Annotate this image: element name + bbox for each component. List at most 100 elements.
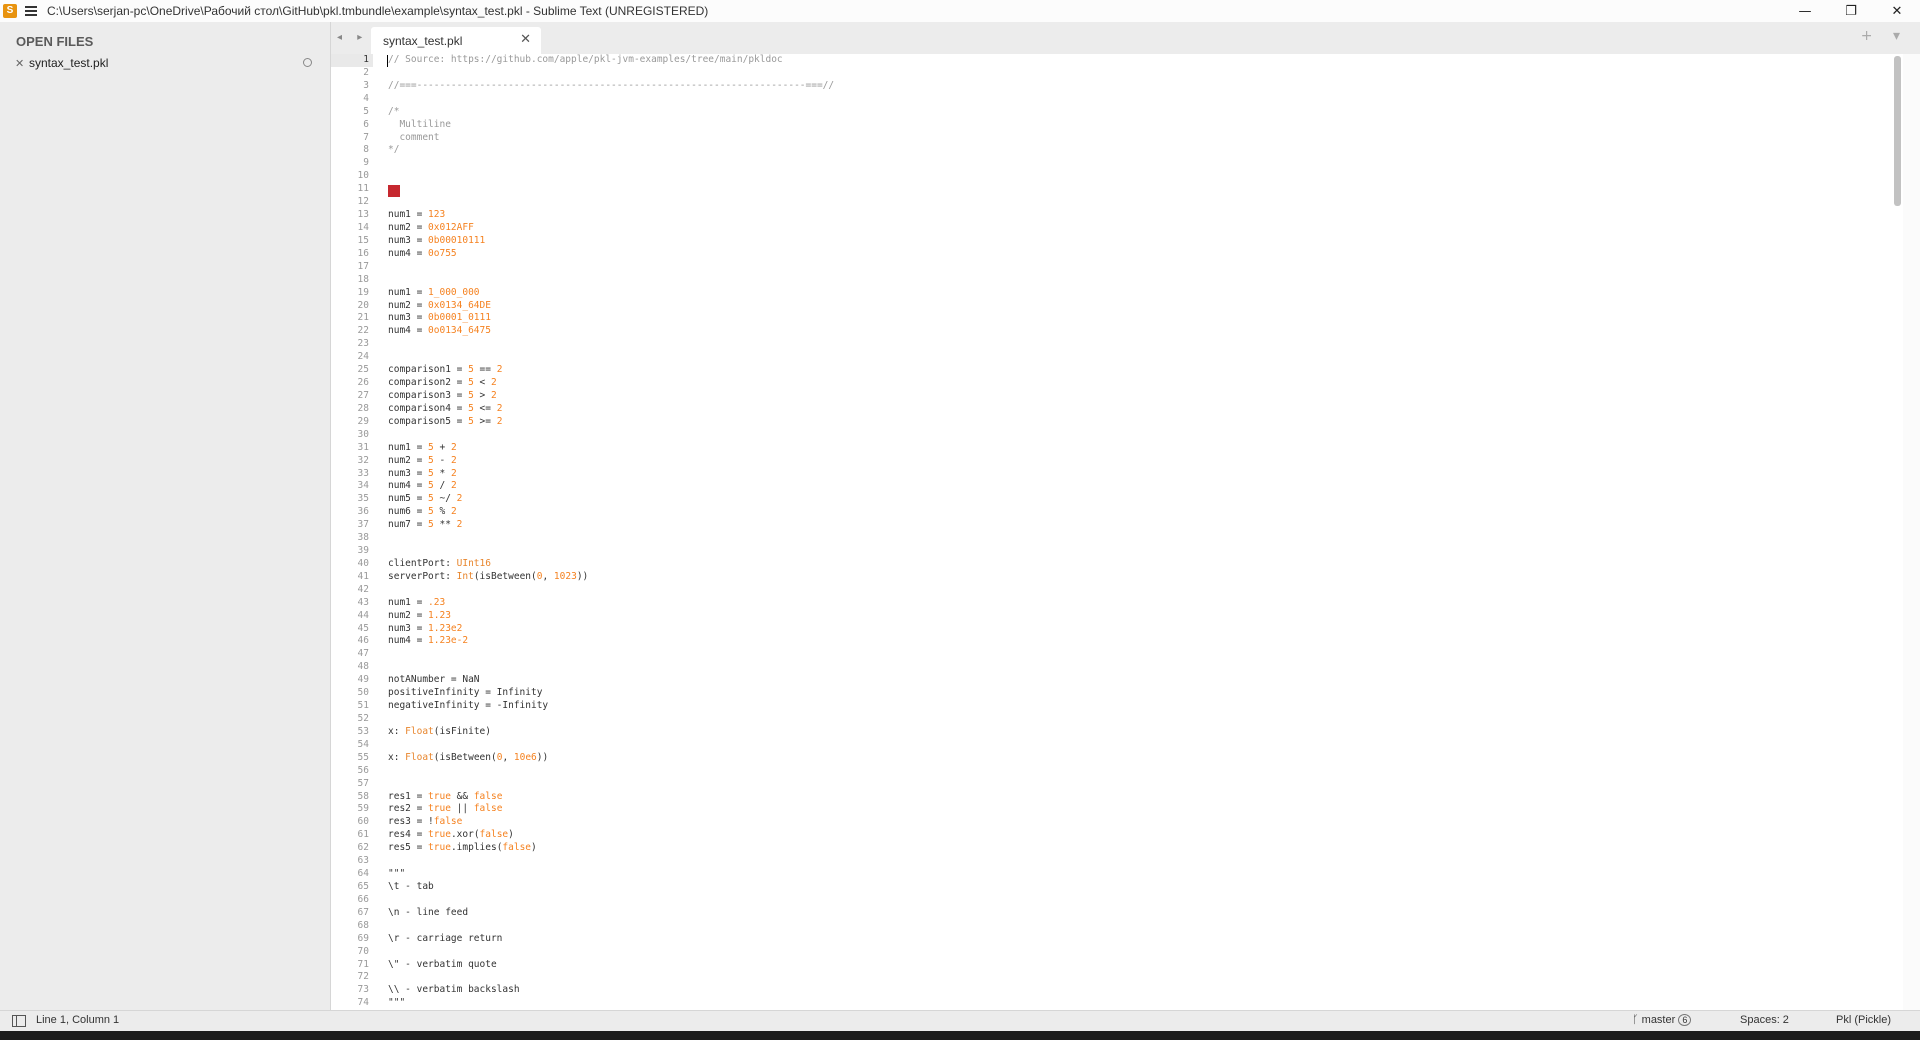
close-file-icon[interactable]: ✕	[15, 57, 25, 70]
code-line[interactable]	[388, 67, 1758, 80]
code-line[interactable]	[388, 183, 1758, 196]
code-line[interactable]: num4 = 0o755	[388, 248, 1758, 261]
code-line[interactable]	[388, 545, 1758, 558]
code-line[interactable]: """	[388, 868, 1758, 881]
code-line[interactable]: num3 = 5 * 2	[388, 468, 1758, 481]
code-line[interactable]: notANumber = NaN	[388, 674, 1758, 687]
code-line[interactable]: res4 = true.xor(false)	[388, 829, 1758, 842]
code-line[interactable]: Multiline	[388, 119, 1758, 132]
code-line[interactable]	[388, 648, 1758, 661]
git-branch[interactable]: ᚴ master 6	[1632, 1014, 1692, 1026]
sidebar-file-item[interactable]: ✕ syntax_test.pkl	[0, 54, 330, 72]
code-line[interactable]: num3 = 0b0001_0111	[388, 312, 1758, 325]
code-line[interactable]: comparison5 = 5 >= 2	[388, 416, 1758, 429]
indentation-setting[interactable]: Spaces: 2	[1740, 1014, 1789, 1026]
code-line[interactable]	[388, 946, 1758, 959]
code-line[interactable]: \\ - verbatim backslash	[388, 984, 1758, 997]
code-line[interactable]: negativeInfinity = -Infinity	[388, 700, 1758, 713]
code-line[interactable]: \r - carriage return	[388, 933, 1758, 946]
code-line[interactable]: \n - line feed	[388, 907, 1758, 920]
code-line[interactable]: \" - verbatim quote	[388, 959, 1758, 972]
code-line[interactable]: comparison3 = 5 > 2	[388, 390, 1758, 403]
code-line[interactable]	[388, 196, 1758, 209]
code-line[interactable]: num3 = 0b00010111	[388, 235, 1758, 248]
code-line[interactable]	[388, 661, 1758, 674]
code-line[interactable]	[388, 920, 1758, 933]
window-controls: — ❐ ✕	[1782, 0, 1920, 22]
toggle-sidebar-icon[interactable]	[12, 1015, 26, 1027]
code-line[interactable]: clientPort: UInt16	[388, 558, 1758, 571]
tab-label: syntax_test.pkl	[383, 34, 463, 48]
code-line[interactable]: res2 = true || false	[388, 803, 1758, 816]
line-number: 37	[357, 519, 369, 531]
code-line[interactable]	[388, 351, 1758, 364]
code-line[interactable]: res3 = !false	[388, 816, 1758, 829]
line-number: 55	[357, 751, 369, 763]
code-line[interactable]: comment	[388, 132, 1758, 145]
code-line[interactable]: num1 = 123	[388, 209, 1758, 222]
code-line[interactable]: positiveInfinity = Infinity	[388, 687, 1758, 700]
code-line[interactable]: x: Float(isBetween(0, 10e6))	[388, 752, 1758, 765]
code-line[interactable]	[388, 584, 1758, 597]
code-line[interactable]	[388, 261, 1758, 274]
code-view[interactable]: // Source: https://github.com/apple/pkl-…	[388, 54, 1758, 1010]
code-line[interactable]	[388, 429, 1758, 442]
syntax-selector[interactable]: Pkl (Pickle)	[1836, 1014, 1891, 1026]
code-line[interactable]	[388, 532, 1758, 545]
line-number: 54	[357, 738, 369, 750]
minimize-button[interactable]: —	[1782, 0, 1828, 22]
restore-button[interactable]: ❐	[1828, 0, 1874, 22]
code-line[interactable]: num2 = 0x012AFF	[388, 222, 1758, 235]
vertical-scrollbar[interactable]	[1894, 56, 1901, 206]
code-line[interactable]: num4 = 5 / 2	[388, 480, 1758, 493]
code-line[interactable]: comparison1 = 5 == 2	[388, 364, 1758, 377]
code-line[interactable]	[388, 765, 1758, 778]
code-line[interactable]	[388, 739, 1758, 752]
tab-scroll-arrows-icon[interactable]: ◂ ▸	[337, 32, 368, 43]
code-line[interactable]: x: Float(isFinite)	[388, 726, 1758, 739]
sublime-app-icon[interactable]: S	[3, 4, 17, 18]
code-line[interactable]: comparison4 = 5 <= 2	[388, 403, 1758, 416]
code-line[interactable]: """	[388, 997, 1758, 1010]
hamburger-menu-icon[interactable]	[25, 6, 37, 16]
code-line[interactable]: num4 = 0o0134_6475	[388, 325, 1758, 338]
close-button[interactable]: ✕	[1874, 0, 1920, 22]
code-line[interactable]: num7 = 5 ** 2	[388, 519, 1758, 532]
code-line[interactable]	[388, 971, 1758, 984]
new-tab-and-tabs-menu-icon[interactable]: + ▾	[1861, 28, 1908, 44]
code-line[interactable]: num2 = 5 - 2	[388, 455, 1758, 468]
code-line[interactable]: num1 = 5 + 2	[388, 442, 1758, 455]
code-line[interactable]	[388, 778, 1758, 791]
code-line[interactable]: num3 = 1.23e2	[388, 623, 1758, 636]
code-line[interactable]: num2 = 1.23	[388, 610, 1758, 623]
code-line[interactable]	[388, 894, 1758, 907]
editor-area[interactable]: 1 2 3 4 5 6 7 8 9 10 11 12 13 14 15 16 17 18 19 20 21 22 23 24 2…	[331, 54, 1903, 1010]
code-line[interactable]: num4 = 1.23e-2	[388, 635, 1758, 648]
code-line[interactable]: serverPort: Int(isBetween(0, 1023))	[388, 571, 1758, 584]
code-line[interactable]	[388, 170, 1758, 183]
code-line[interactable]: */	[388, 144, 1758, 157]
tab-close-icon[interactable]: ✕	[520, 32, 531, 47]
code-line[interactable]	[388, 157, 1758, 170]
code-line[interactable]: /*	[388, 106, 1758, 119]
code-line[interactable]	[388, 713, 1758, 726]
code-line[interactable]: num2 = 0x0134_64DE	[388, 300, 1758, 313]
code-line[interactable]: comparison2 = 5 < 2	[388, 377, 1758, 390]
code-line[interactable]	[388, 274, 1758, 287]
code-line[interactable]: \t - tab	[388, 881, 1758, 894]
sidebar: OPEN FILES ✕ syntax_test.pkl	[0, 22, 331, 1010]
code-line[interactable]	[388, 338, 1758, 351]
line-number: 9	[363, 157, 369, 169]
code-line[interactable]: num1 = .23	[388, 597, 1758, 610]
code-line[interactable]	[388, 93, 1758, 106]
code-line[interactable]: // Source: https://github.com/apple/pkl-…	[388, 54, 1758, 67]
code-line[interactable]: num1 = 1_000_000	[388, 287, 1758, 300]
sidebar-file-name[interactable]: syntax_test.pkl	[29, 56, 108, 70]
code-line[interactable]: res5 = true.implies(false)	[388, 842, 1758, 855]
code-line[interactable]: num6 = 5 % 2	[388, 506, 1758, 519]
code-line[interactable]: num5 = 5 ~/ 2	[388, 493, 1758, 506]
code-line[interactable]	[388, 855, 1758, 868]
tab-syntax-test[interactable]: syntax_test.pkl ✕	[371, 27, 541, 54]
code-line[interactable]: //===-----------------------------------…	[388, 80, 1758, 93]
code-line[interactable]: res1 = true && false	[388, 791, 1758, 804]
